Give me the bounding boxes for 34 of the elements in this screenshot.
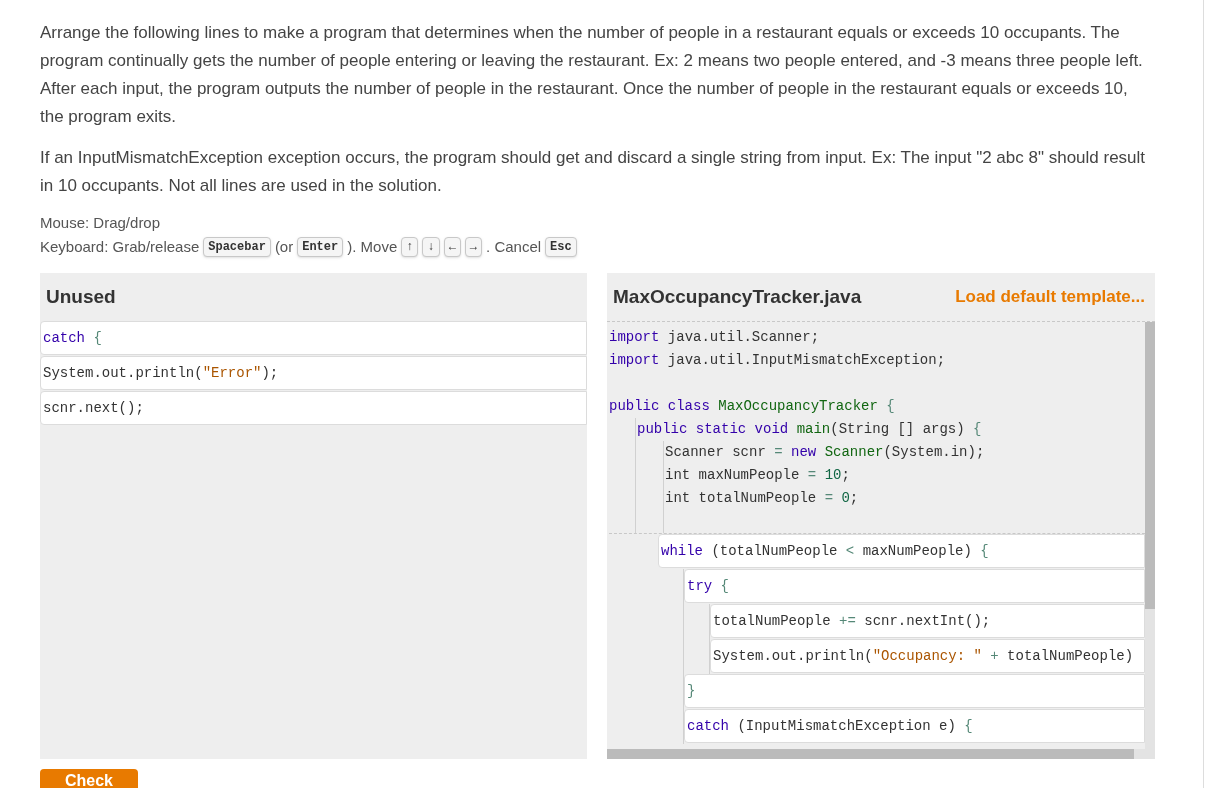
keyboard-help: (or: [274, 237, 294, 257]
instruction-paragraph: If an InputMismatchException exception occurs, the program should get and discard a single string from input. Ex: The input "2 abc 8" should result in 10 occupants. Not all lines are used in the solution.: [40, 147, 1147, 197]
panel-title: Unused: [46, 284, 116, 309]
code-block[interactable]: catch (InputMismatchException e) {: [684, 709, 1145, 743]
code-block[interactable]: }: [684, 674, 1145, 708]
key-cap: →: [464, 237, 483, 257]
code-line: import java.util.Scanner;: [609, 328, 821, 347]
key-cap: ↓: [422, 237, 440, 257]
keyboard-help: Keyboard: Grab/release: [40, 237, 200, 257]
code-block[interactable]: catch {: [40, 321, 587, 355]
keyboard-help: . Cancel: [486, 237, 542, 257]
key-cap: Spacebar: [203, 237, 271, 257]
code-line: public static void main(String [] args) {: [637, 420, 983, 439]
instruction-paragraph: Arrange the following lines to make a program that determines when the number of people in a restaurant equals or exceeds 10 occupants. The program continually gets the number of people entering or leaving the restaurant. Ex: 2 means two people entered, and -3 means three people left. After each input, the program outputs the number of people in the restaurant. Once the number of people in the restaurant equals or exceeds 10, the program exits.: [40, 22, 1144, 128]
file-name: MaxOccupancyTracker.java: [613, 284, 862, 309]
code-line: int maxNumPeople = 10;: [665, 466, 851, 485]
code-line: Scanner scnr = new Scanner(System.in);: [665, 443, 986, 462]
key-cap: ↑: [401, 237, 419, 257]
key-cap: Esc: [545, 237, 577, 257]
mouse-help: Mouse: Drag/drop: [40, 213, 162, 233]
keyboard-help: ). Move: [347, 237, 398, 257]
vertical-scrollbar[interactable]: [1145, 322, 1155, 749]
key-cap: ←: [443, 237, 461, 257]
code-line: import java.util.InputMismatchException;: [609, 351, 947, 370]
horizontal-scrollbar[interactable]: [607, 749, 1155, 759]
code-line: int totalNumPeople = 0;: [665, 489, 860, 508]
code-block[interactable]: while (totalNumPeople < maxNumPeople) {: [658, 534, 1145, 568]
code-block[interactable]: try {: [684, 569, 1145, 603]
code-block[interactable]: scnr.next();: [40, 391, 587, 425]
code-block[interactable]: totalNumPeople += scnr.nextInt();: [710, 604, 1145, 638]
code-block[interactable]: System.out.println("Occupancy: " + totalNumPeople): [710, 639, 1145, 673]
key-cap: Enter: [297, 237, 344, 257]
code-block[interactable]: System.out.println("Error");: [40, 356, 587, 390]
code-line: public class MaxOccupancyTracker {: [609, 397, 896, 416]
